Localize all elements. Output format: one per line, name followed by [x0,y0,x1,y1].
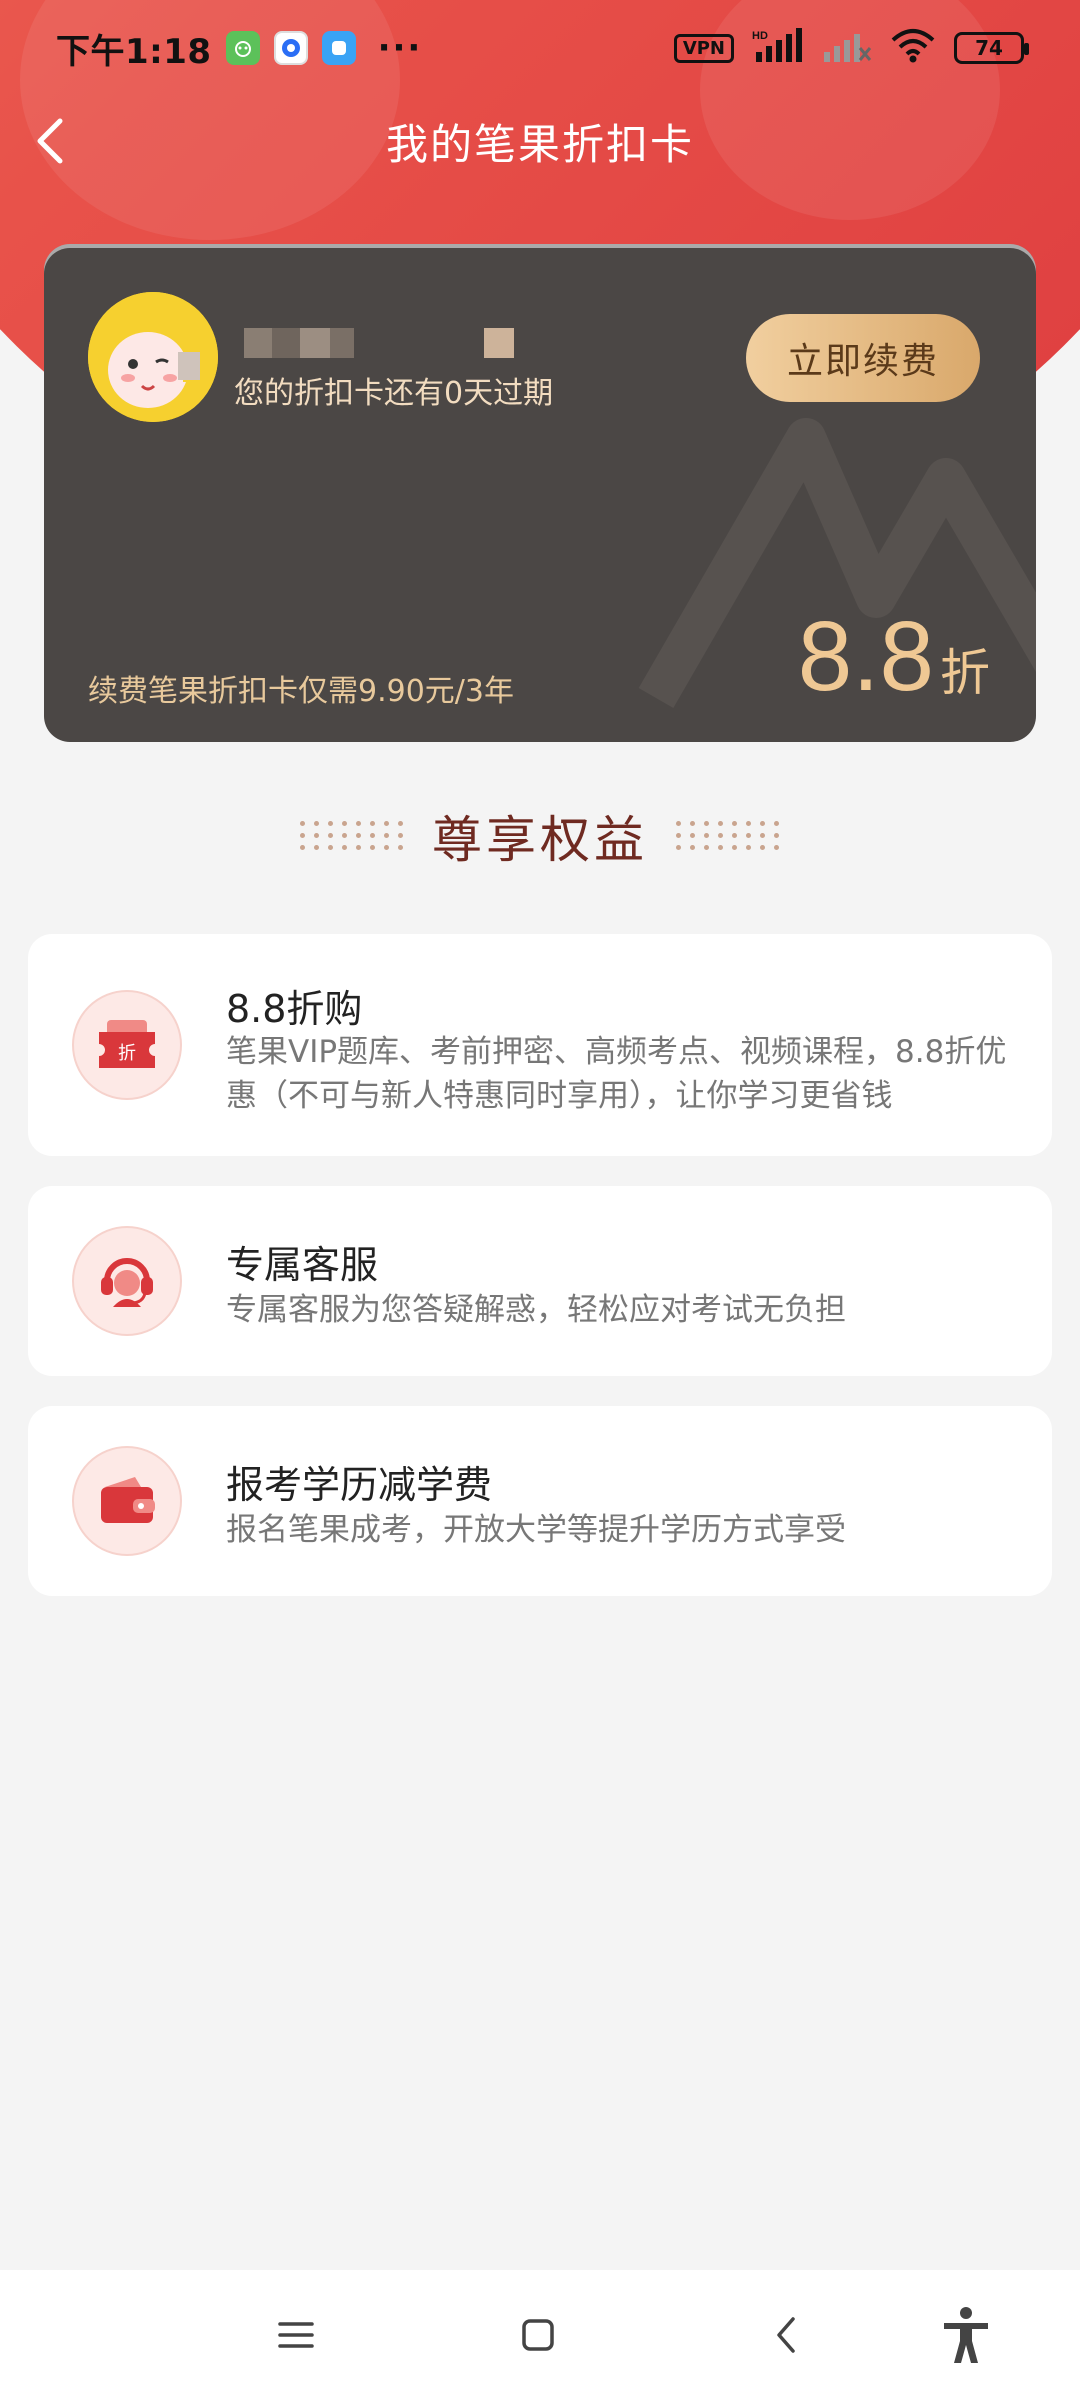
benefit-card-tuition-reduction[interactable]: 报考学历减学费 报名笔果成考，开放大学等提升学历方式享受 [28,1406,1052,1596]
renew-button[interactable]: 立即续费 [746,314,980,402]
back-triangle-icon [777,2317,795,2353]
benefit-title: 专属客服 [226,1243,379,1287]
accessibility-icon [944,2307,988,2363]
back-arrow-icon [37,118,63,164]
vpn-icon: VPN [673,33,734,63]
discount-ticket-label: 折 [118,1043,136,1064]
discount-card: 您的折扣卡还有0天过期 立即续费 续费笔果折扣卡仅需9.90元/3年 8.8 折 [44,248,1036,742]
menu-icon [278,2322,314,2348]
benefit-card-discount[interactable]: 折 8.8折购 笔果VIP题库、考前押密、高频考点、视频课程，8.8折优惠（不可… [28,934,1052,1156]
back-button[interactable] [20,111,80,171]
wallet-icon [72,1446,182,1556]
username-masked [244,328,514,358]
user-avatar[interactable] [88,292,218,422]
back-nav-button[interactable] [756,2305,816,2365]
benefit-description: 报名笔果成考，开放大学等提升学历方式享受 [226,1512,846,1548]
browser-notification-icon [273,31,308,65]
discount-unit: 折 [940,644,990,702]
page-title: 我的笔果折扣卡 [385,119,694,169]
app-header: 我的笔果折扣卡 [0,96,1080,186]
signal-hd-label: HD [752,30,768,42]
benefit-description: 专属客服为您答疑解惑，轻松应对考试无负担 [226,1292,846,1328]
home-square-icon [522,2319,554,2351]
decorative-dots-left [300,821,404,851]
decorative-dots-right [676,821,780,851]
benefit-title: 报考学历减学费 [226,1463,493,1507]
discount-value: 8.8 [797,601,934,711]
renew-offer-text: 续费笔果折扣卡仅需9.90元/3年 [88,674,514,709]
discount-rate: 8.8 折 [798,600,990,713]
benefit-description: 笔果VIP题库、考前押密、高频考点、视频课程，8.8折优惠（不可与新人特惠同时享… [226,1034,1007,1114]
discount-ticket-icon: 折 [72,990,182,1100]
more-notifications-icon: ··· [377,28,423,68]
signal-icon: HD [752,28,804,68]
battery-indicator: 74 [954,32,1029,64]
benefit-title: 8.8折购 [226,987,363,1031]
system-navigation-bar [0,2270,1080,2400]
card-expiry-text: 您的折扣卡还有0天过期 [234,376,554,411]
app-notification-icon [225,31,260,65]
message-notification-icon [321,31,356,65]
signal-weak-icon [822,28,872,68]
section-title-text: 尊享权益 [432,811,648,869]
status-time: 下午1:18 [56,31,212,72]
home-button[interactable] [508,2305,568,2365]
status-bar: 下午1:18 ··· VPN HD 74 [0,0,1080,96]
benefits-section-title: 尊享权益 [0,800,1080,872]
accessibility-button[interactable] [936,2305,996,2365]
customer-service-icon [72,1226,182,1336]
wifi-icon [890,28,936,68]
menu-button[interactable] [266,2305,326,2365]
benefit-card-customer-service[interactable]: 专属客服 专属客服为您答疑解惑，轻松应对考试无负担 [28,1186,1052,1376]
